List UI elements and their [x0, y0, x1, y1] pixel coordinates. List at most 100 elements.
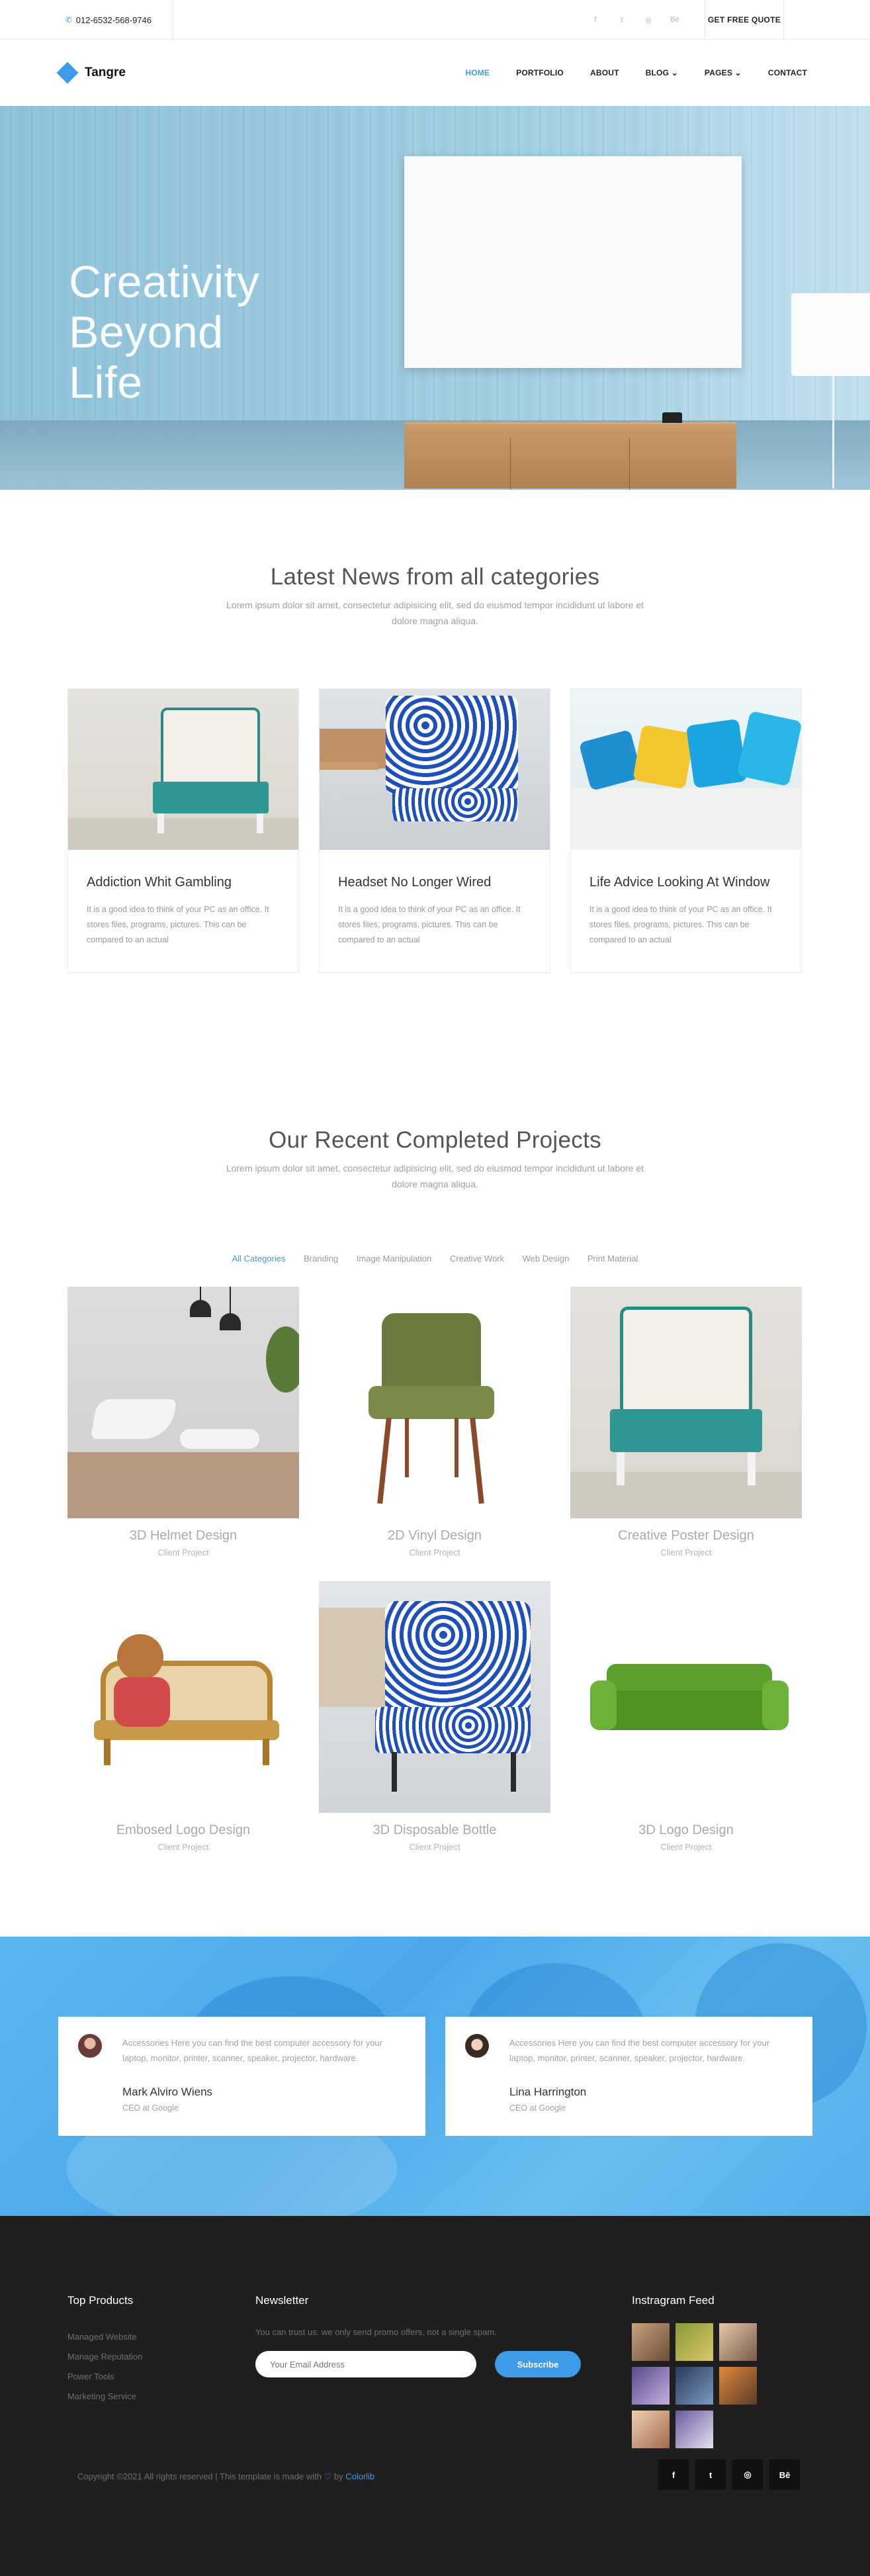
nav-item-pages[interactable]: PAGES ⌄ — [705, 68, 742, 77]
project-title[interactable]: 3D Logo Design — [570, 1823, 802, 1838]
hero-lamp — [791, 293, 870, 376]
project-image-green-sofa — [570, 1581, 802, 1813]
news-image-blue-armchair — [320, 689, 550, 850]
project-subtitle: Client Project — [409, 1547, 460, 1557]
project-title[interactable]: 3D Helmet Design — [67, 1528, 299, 1543]
news-card[interactable]: Headset No Longer Wired It is a good ide… — [319, 688, 550, 973]
testimonial-role: CEO at Google — [509, 2103, 566, 2113]
testimonial-name: Lina Harrington — [509, 2086, 587, 2098]
testimonial-quote: Accessories Here you can find the best c… — [509, 2038, 770, 2063]
footer-link[interactable]: Managed Website — [67, 2327, 142, 2347]
news-card-text: It is a good idea to think of your PC as… — [87, 905, 269, 944]
newsletter-text: You can trust us. we only send promo off… — [255, 2327, 497, 2337]
avatar — [465, 2034, 489, 2058]
project-image-suitcase-chair — [570, 1287, 802, 1518]
news-card-title[interactable]: Headset No Longer Wired — [338, 875, 531, 890]
instagram-thumb[interactable] — [675, 2411, 713, 2448]
footer-link[interactable]: Marketing Service — [67, 2387, 142, 2407]
footer-link[interactable]: Manage Reputation — [67, 2347, 142, 2367]
project-image-blue-armchair — [319, 1581, 550, 1813]
footer-behance-icon[interactable]: Bē — [769, 2460, 800, 2490]
project-subtitle: Client Project — [157, 1547, 209, 1557]
nav-menu: HOME PORTFOLIO ABOUT BLOG ⌄ PAGES ⌄ CONT… — [439, 40, 807, 106]
topbar-social-links: f t ◎ Bē — [582, 0, 688, 40]
testimonial-role: CEO at Google — [122, 2103, 179, 2113]
footer-twitter-icon[interactable]: t — [695, 2460, 726, 2490]
filter-print-material[interactable]: Print Material — [587, 1254, 638, 1264]
site-footer: Top Products Managed Website Manage Repu… — [0, 2216, 870, 2576]
instagram-thumb[interactable] — [719, 2323, 757, 2361]
nav-item-home[interactable]: HOME — [465, 68, 490, 77]
news-subtitle: Lorem ipsum dolor sit amet, consectetur … — [226, 600, 644, 626]
footer-products-title: Top Products — [67, 2294, 134, 2307]
instagram-thumb[interactable] — [675, 2323, 713, 2361]
projects-title: Our Recent Completed Projects — [269, 1127, 601, 1153]
news-title: Latest News from all categories — [270, 564, 600, 590]
nav-item-contact[interactable]: CONTACT — [768, 68, 807, 77]
project-subtitle: Client Project — [157, 1842, 209, 1852]
footer-link[interactable]: Power Tools — [67, 2367, 142, 2387]
filter-branding[interactable]: Branding — [304, 1254, 338, 1264]
footer-products-list: Managed Website Manage Reputation Power … — [67, 2327, 142, 2407]
filter-all-categories[interactable]: All Categories — [232, 1254, 286, 1264]
project-item[interactable]: 3D Disposable Bottle Client Project — [319, 1581, 550, 1852]
testimonial-name: Mark Alviro Wiens — [122, 2086, 213, 2098]
facebook-icon[interactable]: f — [582, 16, 609, 24]
project-title[interactable]: 2D Vinyl Design — [319, 1528, 550, 1543]
footer-instagram-title: Instragram Feed — [632, 2294, 715, 2307]
instagram-feed — [632, 2323, 805, 2454]
project-subtitle: Client Project — [660, 1547, 712, 1557]
news-image-pillows-sofa — [571, 689, 801, 850]
project-subtitle: Client Project — [409, 1842, 460, 1852]
filter-image-manipulation[interactable]: Image Manipulation — [357, 1254, 431, 1264]
project-image-teddy-bench — [67, 1581, 299, 1813]
news-card[interactable]: Addiction Whit Gambling It is a good ide… — [67, 688, 299, 973]
filter-creative-work[interactable]: Creative Work — [450, 1254, 504, 1264]
news-section-header: Latest News from all categories Lorem ip… — [0, 564, 870, 629]
newsletter-email-input[interactable] — [255, 2351, 476, 2377]
phone-icon: ✆ — [65, 15, 72, 24]
instagram-thumb[interactable] — [632, 2411, 670, 2448]
project-image-lounge-chair — [67, 1287, 299, 1518]
hero-cabinet — [404, 412, 736, 490]
top-bar: ✆ 012-6532-568-9746 f t ◎ Bē GET FREE QU… — [0, 0, 870, 40]
testimonial-card: Accessories Here you can find the best c… — [445, 2017, 812, 2136]
project-title[interactable]: Creative Poster Design — [570, 1528, 802, 1543]
nav-item-blog[interactable]: BLOG ⌄ — [646, 68, 678, 77]
instagram-thumb[interactable] — [632, 2323, 670, 2361]
news-card[interactable]: Life Advice Looking At Window It is a go… — [570, 688, 802, 973]
phone-contact[interactable]: ✆ 012-6532-568-9746 — [0, 0, 173, 40]
get-free-quote-button[interactable]: GET FREE QUOTE — [705, 0, 784, 40]
project-title[interactable]: 3D Disposable Bottle — [319, 1823, 550, 1838]
filter-web-design[interactable]: Web Design — [523, 1254, 570, 1264]
news-card-title[interactable]: Addiction Whit Gambling — [87, 875, 280, 890]
news-card-text: It is a good idea to think of your PC as… — [589, 905, 772, 944]
footer-dribbble-icon[interactable]: ◎ — [732, 2460, 763, 2490]
brand-name: Tangre — [85, 66, 126, 79]
instagram-thumb[interactable] — [632, 2367, 670, 2405]
colorlib-link[interactable]: Colorlib — [345, 2471, 374, 2481]
project-item[interactable]: 3D Helmet Design Client Project — [67, 1287, 299, 1557]
project-item[interactable]: Embosed Logo Design Client Project — [67, 1581, 299, 1852]
project-item[interactable]: 2D Vinyl Design Client Project — [319, 1287, 550, 1557]
behance-icon[interactable]: Bē — [662, 16, 688, 24]
hero-wall-canvas — [404, 156, 742, 368]
instagram-thumb[interactable] — [675, 2367, 713, 2405]
project-filters: All Categories Branding Image Manipulati… — [0, 1254, 870, 1264]
project-title[interactable]: Embosed Logo Design — [67, 1823, 299, 1838]
testimonial-card: Accessories Here you can find the best c… — [58, 2017, 425, 2136]
brand-logo[interactable]: Tangre — [56, 62, 126, 84]
instagram-thumb[interactable] — [719, 2367, 757, 2405]
nav-item-about[interactable]: ABOUT — [590, 68, 619, 77]
project-image-green-chair — [319, 1287, 550, 1518]
project-item[interactable]: 3D Logo Design Client Project — [570, 1581, 802, 1852]
avatar — [78, 2034, 102, 2058]
news-card-title[interactable]: Life Advice Looking At Window — [589, 875, 783, 890]
subscribe-button[interactable]: Subscribe — [495, 2351, 581, 2377]
project-item[interactable]: Creative Poster Design Client Project — [570, 1287, 802, 1557]
dribbble-icon[interactable]: ◎ — [635, 16, 662, 24]
nav-item-portfolio[interactable]: PORTFOLIO — [516, 68, 564, 77]
footer-facebook-icon[interactable]: f — [658, 2460, 689, 2490]
twitter-icon[interactable]: t — [609, 16, 635, 24]
heart-icon: ♡ — [324, 2471, 332, 2481]
